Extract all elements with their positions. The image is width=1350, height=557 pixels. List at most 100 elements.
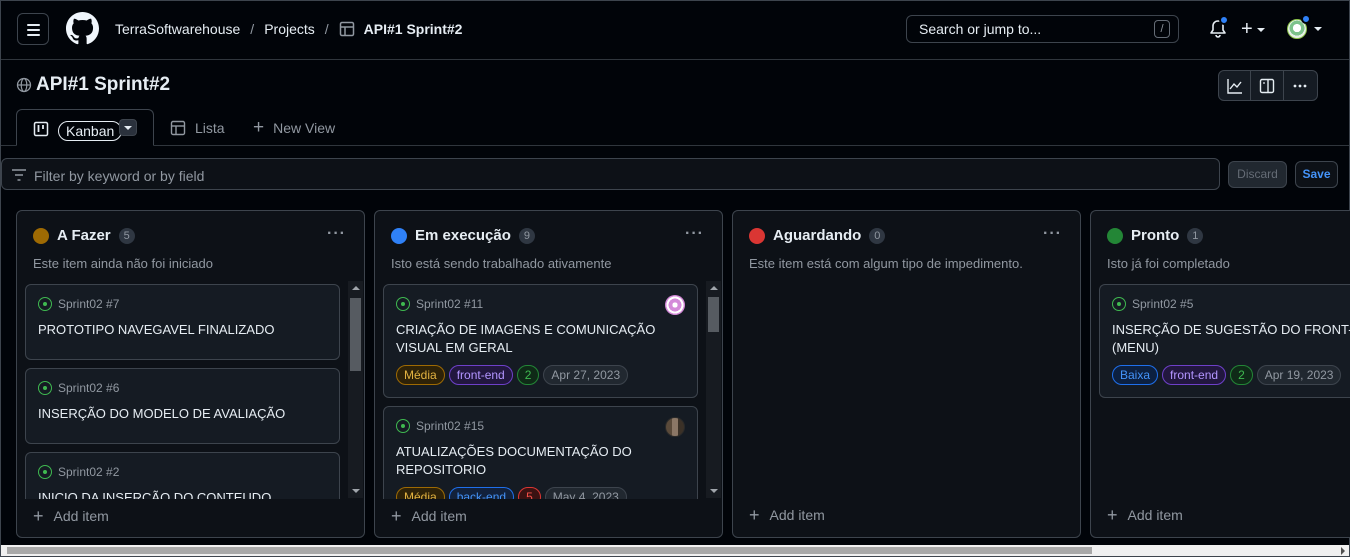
table-icon <box>170 120 186 136</box>
plus-icon: + <box>1107 505 1118 525</box>
plus-icon: + <box>253 117 265 138</box>
add-item-button[interactable]: + Add item <box>391 507 467 525</box>
area-label[interactable]: front-end <box>448 365 513 385</box>
priority-label[interactable]: Média <box>396 365 445 385</box>
column-aguardando: Aguardando 0 ··· Este item está com algu… <box>732 210 1081 538</box>
status-dot <box>1107 227 1123 244</box>
breadcrumb: TerraSoftwarehouse / Projects / API#1 Sp… <box>115 21 462 37</box>
estimate-label[interactable]: 5 <box>518 487 541 499</box>
column-em-execucao: Em execução 9 ··· Isto está sendo trabal… <box>374 210 723 538</box>
add-item-label: Add item <box>769 507 825 523</box>
column-pronto: Pronto 1 Isto já foi completado Sprint02… <box>1090 210 1350 538</box>
scroll-down-icon[interactable] <box>352 489 360 493</box>
assignee-avatar[interactable] <box>665 417 685 437</box>
tab-kanban[interactable]: Kanban <box>16 109 154 146</box>
filter-icon <box>12 169 26 181</box>
plus-icon: + <box>749 505 760 525</box>
breadcrumb-projects[interactable]: Projects <box>264 21 315 37</box>
add-item-label: Add item <box>411 508 467 524</box>
chevron-down-icon <box>1256 27 1265 32</box>
column-count: 5 <box>118 227 135 244</box>
save-button[interactable]: Save <box>1295 161 1338 188</box>
board-icon <box>33 121 49 137</box>
column-description: Este item ainda não foi iniciado <box>33 256 213 271</box>
column-menu-icon[interactable]: ··· <box>1043 225 1062 243</box>
scroll-up-icon[interactable] <box>710 286 718 290</box>
scroll-thumb[interactable] <box>708 297 719 332</box>
discard-button[interactable]: Discard <box>1228 161 1287 188</box>
column-menu-icon[interactable]: ··· <box>327 225 346 243</box>
github-logo-icon[interactable] <box>66 12 99 45</box>
issue-title[interactable]: PROTOTIPO NAVEGAVEL FINALIZADO <box>38 321 327 339</box>
date-label[interactable]: Apr 27, 2023 <box>543 365 629 385</box>
date-label[interactable]: May 4, 2023 <box>544 487 627 499</box>
priority-label[interactable]: Média <box>396 487 445 499</box>
horizontal-scrollbar[interactable] <box>1 545 1349 556</box>
search-shortcut-key: / <box>1154 20 1170 38</box>
add-item-button[interactable]: + Add item <box>1107 505 1183 525</box>
top-bar: TerraSoftwarehouse / Projects / API#1 Sp… <box>1 1 1349 60</box>
estimate-label[interactable]: 2 <box>1230 365 1253 385</box>
filter-input[interactable]: Filter by keyword or by field <box>1 158 1220 190</box>
sidebar-icon <box>1259 78 1275 93</box>
issue-open-icon <box>1112 297 1126 311</box>
add-item-button[interactable]: + Add item <box>749 505 825 525</box>
area-label[interactable]: front-end <box>1162 365 1227 385</box>
scroll-up-icon[interactable] <box>352 286 360 290</box>
scroll-down-icon[interactable] <box>710 489 718 493</box>
issue-title[interactable]: ATUALIZAÇÕES DOCUMENTAÇÃO DO REPOSITORIO <box>396 443 676 479</box>
tab-lista[interactable]: Lista <box>170 120 225 136</box>
issue-title[interactable]: INSERÇÃO DE SUGESTÃO DO FRONT-END (MENU) <box>1112 321 1350 357</box>
breadcrumb-project[interactable]: API#1 Sprint#2 <box>364 21 463 37</box>
column-menu-icon[interactable]: ··· <box>685 225 704 243</box>
filter-placeholder: Filter by keyword or by field <box>34 168 205 184</box>
area-label[interactable]: back-end <box>448 487 515 499</box>
issue-ref: Sprint02 #5 <box>1132 297 1194 311</box>
menu-icon[interactable] <box>17 13 49 45</box>
add-item-button[interactable]: + Add item <box>33 507 109 525</box>
column-description: Este item está com algum tipo de impedim… <box>749 256 1023 271</box>
issue-card[interactable]: Sprint02 #2 INICIO DA INSERÇÃO DO CONTEU… <box>25 452 340 499</box>
tab-new-view[interactable]: + New View <box>253 117 336 138</box>
issue-title[interactable]: INSERÇÃO DO MODELO DE AVALIAÇÃO <box>38 405 327 423</box>
chevron-down-icon[interactable] <box>1314 27 1322 31</box>
column-scrollbar[interactable] <box>706 281 721 498</box>
issue-card[interactable]: Sprint02 #7 PROTOTIPO NAVEGAVEL FINALIZA… <box>25 284 340 360</box>
column-count: 9 <box>518 227 535 244</box>
status-dot <box>749 227 765 244</box>
issue-card[interactable]: Sprint02 #11 CRIAÇÃO DE IMAGENS E COMUNI… <box>383 284 698 398</box>
plus-icon: + <box>1241 18 1253 40</box>
priority-label[interactable]: Baixa <box>1112 365 1159 385</box>
add-item-label: Add item <box>53 508 109 524</box>
graph-icon <box>1226 78 1242 94</box>
status-dot <box>33 227 49 244</box>
card-list: Sprint02 #7 PROTOTIPO NAVEGAVEL FINALIZA… <box>25 284 341 499</box>
issue-title[interactable]: INICIO DA INSERÇÃO DO CONTEUDO <box>38 489 327 499</box>
create-new-button[interactable]: + <box>1241 17 1265 41</box>
search-input[interactable]: Search or jump to... / <box>906 15 1179 43</box>
column-scrollbar[interactable] <box>348 281 363 498</box>
scroll-thumb[interactable] <box>7 547 1092 554</box>
issue-card[interactable]: Sprint02 #6 INSERÇÃO DO MODELO DE AVALIA… <box>25 368 340 444</box>
insights-button[interactable] <box>1219 71 1252 100</box>
issue-card[interactable]: Sprint02 #15 ATUALIZAÇÕES DOCUMENTAÇÃO D… <box>383 406 698 499</box>
breadcrumb-org[interactable]: TerraSoftwarehouse <box>115 21 240 37</box>
issue-ref: Sprint02 #7 <box>58 297 120 311</box>
card-labels: Média back-end 5 May 4, 2023 <box>396 487 685 499</box>
card-labels: Baixa front-end 2 Apr 19, 2023 <box>1112 365 1350 385</box>
date-label[interactable]: Apr 19, 2023 <box>1256 365 1342 385</box>
assignee-avatar[interactable] <box>665 295 685 315</box>
view-options-button[interactable] <box>119 119 137 136</box>
tab-label: New View <box>273 120 336 136</box>
more-options-button[interactable] <box>1284 71 1317 100</box>
issue-card[interactable]: Sprint02 #5 INSERÇÃO DE SUGESTÃO DO FRON… <box>1099 284 1350 398</box>
scroll-thumb[interactable] <box>350 298 361 371</box>
tab-label: Lista <box>195 120 225 136</box>
column-count: 0 <box>869 227 886 244</box>
side-panel-button[interactable] <box>1251 71 1284 100</box>
column-name: Pronto <box>1131 227 1180 244</box>
scroll-right-icon[interactable] <box>1341 547 1345 555</box>
issue-title[interactable]: CRIAÇÃO DE IMAGENS E COMUNICAÇÃO VISUAL … <box>396 321 676 357</box>
notification-badge <box>1219 15 1229 25</box>
estimate-label[interactable]: 2 <box>516 365 540 385</box>
